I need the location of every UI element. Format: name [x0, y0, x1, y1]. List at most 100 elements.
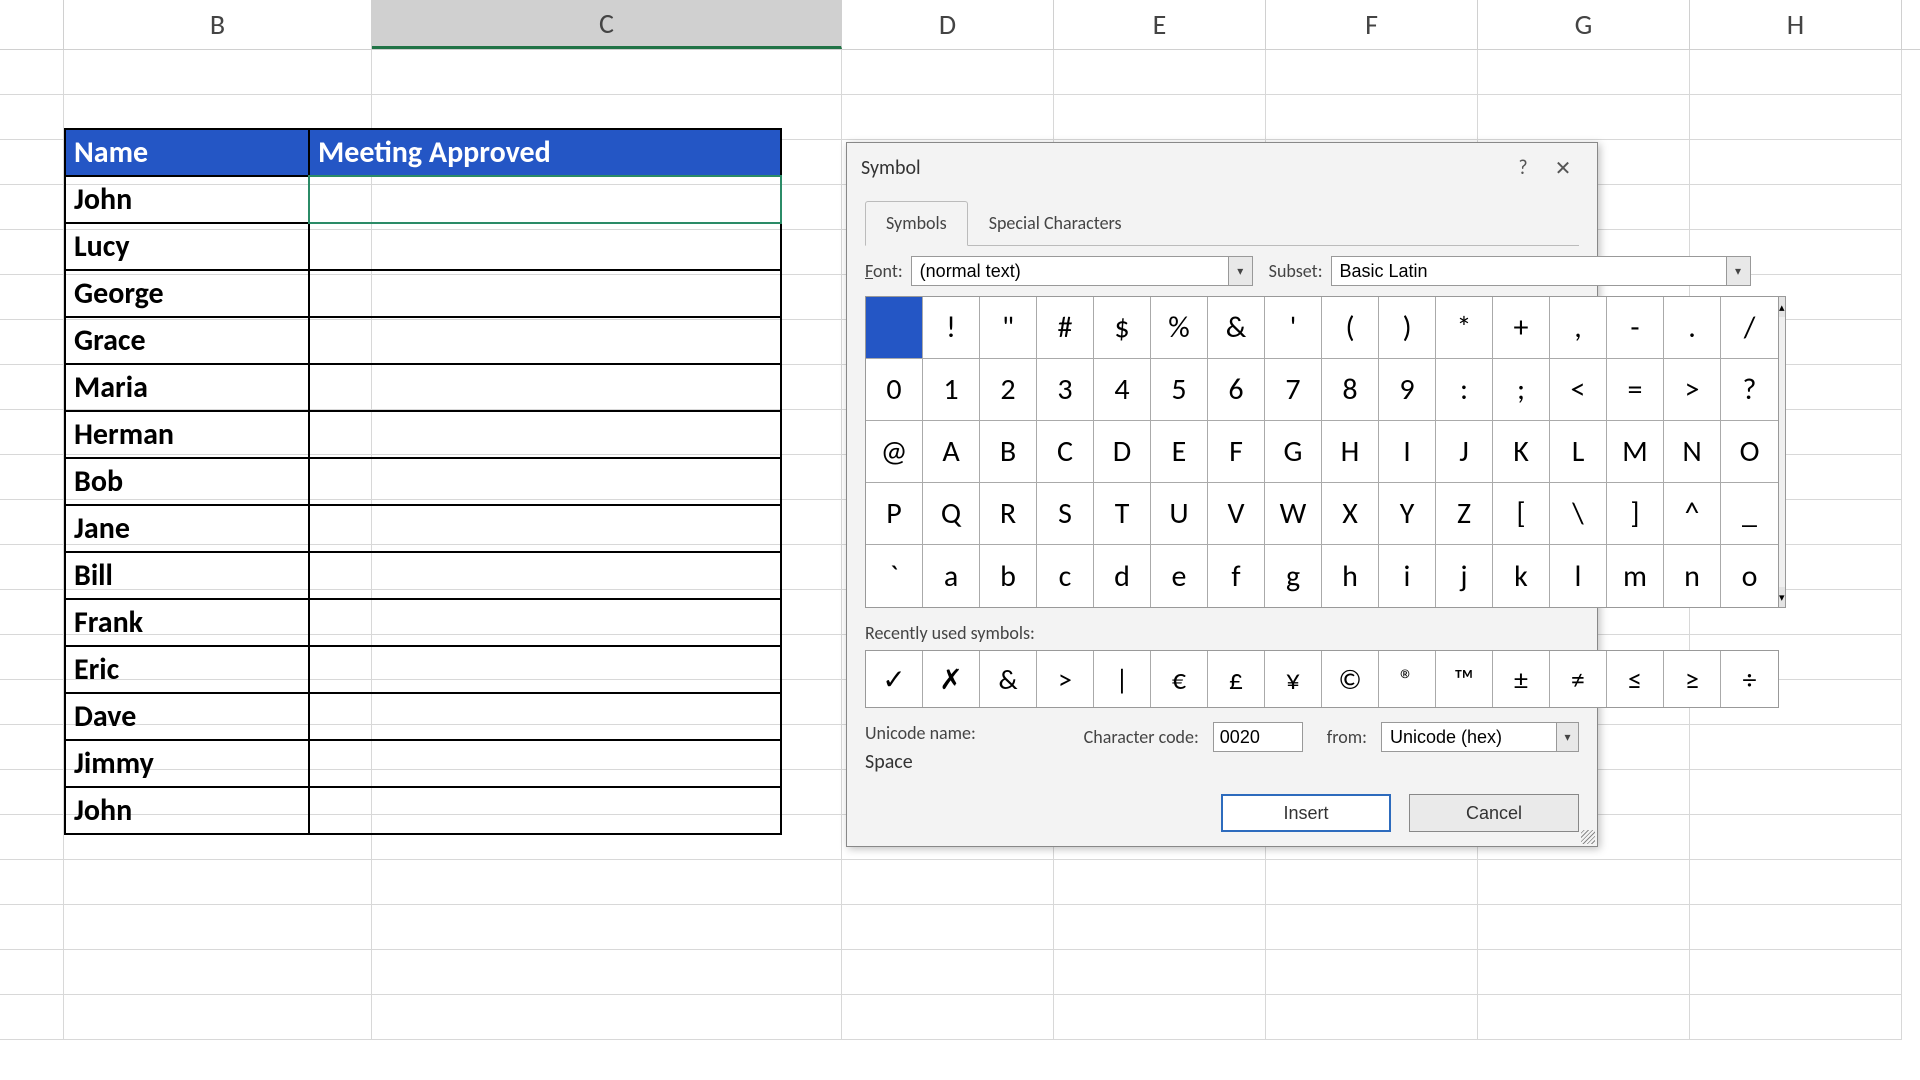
symbol-cell[interactable]: I [1379, 421, 1436, 483]
dialog-titlebar[interactable]: Symbol ? ✕ [847, 143, 1597, 193]
symbol-cell[interactable]: D [1094, 421, 1151, 483]
recent-symbol[interactable]: ¥ [1265, 651, 1322, 707]
cell-meeting[interactable] [310, 271, 780, 316]
symbol-cell[interactable]: # [1037, 297, 1094, 359]
symbol-cell[interactable]: B [980, 421, 1037, 483]
subset-combo[interactable]: ▾ [1331, 256, 1751, 286]
cell-name[interactable]: Frank [66, 600, 310, 645]
tab-symbols[interactable]: Symbols [865, 201, 968, 246]
symbol-cell[interactable]: S [1037, 483, 1094, 545]
symbol-cell[interactable]: h [1322, 545, 1379, 607]
symbol-cell[interactable]: M [1607, 421, 1664, 483]
symbol-cell[interactable]: @ [866, 421, 923, 483]
symbol-cell[interactable]: m [1607, 545, 1664, 607]
column-header-C[interactable]: C [372, 0, 842, 49]
symbol-cell[interactable]: Z [1436, 483, 1493, 545]
table-row[interactable]: Bob [66, 459, 780, 506]
symbol-cell[interactable]: n [1664, 545, 1721, 607]
chevron-down-icon[interactable]: ▾ [1726, 257, 1750, 285]
symbol-cell[interactable]: P [866, 483, 923, 545]
symbol-cell[interactable]: ) [1379, 297, 1436, 359]
symbol-cell[interactable]: R [980, 483, 1037, 545]
recent-symbol[interactable]: | [1094, 651, 1151, 707]
symbol-cell[interactable]: A [923, 421, 980, 483]
cell-name[interactable]: Eric [66, 647, 310, 692]
symbol-cell[interactable]: O [1721, 421, 1778, 483]
recent-symbol[interactable]: ≠ [1550, 651, 1607, 707]
cell-meeting[interactable] [310, 741, 780, 786]
close-icon[interactable]: ✕ [1543, 153, 1583, 183]
symbol-cell[interactable]: . [1664, 297, 1721, 359]
symbol-cell[interactable]: W [1265, 483, 1322, 545]
scroll-down-icon[interactable]: ▾ [1779, 587, 1785, 607]
symbol-cell[interactable]: G [1265, 421, 1322, 483]
symbol-cell[interactable]: F [1208, 421, 1265, 483]
chevron-down-icon[interactable]: ▾ [1556, 723, 1578, 751]
font-input[interactable] [912, 261, 1228, 282]
symbol-cell[interactable]: C [1037, 421, 1094, 483]
char-code-input[interactable] [1213, 722, 1303, 752]
recent-symbol[interactable]: ✗ [923, 651, 980, 707]
symbol-cell[interactable]: " [980, 297, 1037, 359]
insert-button[interactable]: Insert [1221, 794, 1391, 832]
cell-name[interactable]: George [66, 271, 310, 316]
symbol-cell[interactable]: c [1037, 545, 1094, 607]
from-input[interactable] [1382, 727, 1556, 748]
symbol-cell[interactable]: ! [923, 297, 980, 359]
symbol-cell[interactable]: 0 [866, 359, 923, 421]
table-row[interactable]: Lucy [66, 224, 780, 271]
symbol-cell[interactable]: 8 [1322, 359, 1379, 421]
cell-name[interactable]: John [66, 177, 310, 222]
symbol-cell[interactable]: ; [1493, 359, 1550, 421]
cell-meeting[interactable] [310, 177, 780, 222]
symbol-cell[interactable]: 7 [1265, 359, 1322, 421]
table-row[interactable]: John [66, 788, 780, 833]
cell-name[interactable]: Herman [66, 412, 310, 457]
recent-symbol[interactable]: ÷ [1721, 651, 1778, 707]
recent-symbol[interactable]: > [1037, 651, 1094, 707]
table-header-name[interactable]: Name [66, 130, 310, 175]
symbol-cell[interactable]: H [1322, 421, 1379, 483]
symbol-cell[interactable]: Q [923, 483, 980, 545]
table-row[interactable]: Grace [66, 318, 780, 365]
symbol-cell[interactable]: > [1664, 359, 1721, 421]
cancel-button[interactable]: Cancel [1409, 794, 1579, 832]
recent-symbol[interactable]: ± [1493, 651, 1550, 707]
symbol-cell[interactable]: : [1436, 359, 1493, 421]
recent-symbol[interactable]: ≤ [1607, 651, 1664, 707]
symbol-cell[interactable]: % [1151, 297, 1208, 359]
symbol-cell[interactable]: b [980, 545, 1037, 607]
table-row[interactable]: Jimmy [66, 741, 780, 788]
table-row[interactable]: Frank [66, 600, 780, 647]
resize-grip-icon[interactable] [1581, 830, 1595, 844]
recent-symbol[interactable]: ® [1379, 651, 1436, 707]
cell-name[interactable]: Bill [66, 553, 310, 598]
recent-symbol[interactable]: & [980, 651, 1037, 707]
symbol-cell[interactable]: l [1550, 545, 1607, 607]
cell-meeting[interactable] [310, 459, 780, 504]
cell-name[interactable]: John [66, 788, 310, 833]
recent-symbol[interactable]: © [1322, 651, 1379, 707]
symbol-cell[interactable]: e [1151, 545, 1208, 607]
symbol-cell[interactable]: i [1379, 545, 1436, 607]
symbol-cell[interactable]: / [1721, 297, 1778, 359]
symbol-cell[interactable]: T [1094, 483, 1151, 545]
cell-name[interactable]: Bob [66, 459, 310, 504]
symbol-cell[interactable]: ( [1322, 297, 1379, 359]
help-icon[interactable]: ? [1503, 153, 1543, 183]
cell-name[interactable]: Lucy [66, 224, 310, 269]
from-combo[interactable]: ▾ [1381, 722, 1579, 752]
table-row[interactable]: Eric [66, 647, 780, 694]
symbol-cell[interactable]: $ [1094, 297, 1151, 359]
symbol-cell[interactable]: , [1550, 297, 1607, 359]
symbol-cell[interactable]: X [1322, 483, 1379, 545]
symbol-cell[interactable]: ' [1265, 297, 1322, 359]
symbol-cell[interactable]: ? [1721, 359, 1778, 421]
scroll-up-icon[interactable]: ▴ [1779, 297, 1785, 317]
symbol-scrollbar[interactable]: ▴ ▾ [1779, 296, 1786, 608]
symbol-cell[interactable]: 5 [1151, 359, 1208, 421]
column-header-B[interactable]: B [64, 0, 372, 49]
symbol-cell[interactable]: J [1436, 421, 1493, 483]
table-row[interactable]: Dave [66, 694, 780, 741]
recent-symbol[interactable]: ™ [1436, 651, 1493, 707]
